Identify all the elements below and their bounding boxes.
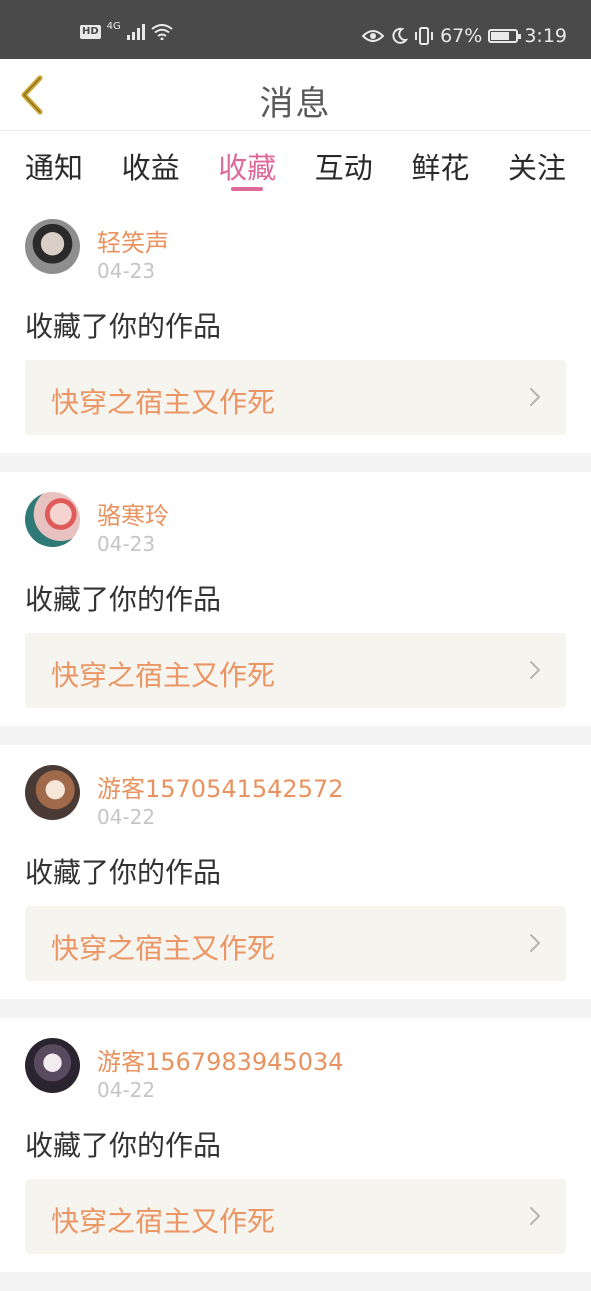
work-link[interactable]: 快穿之宿主又作死: [25, 906, 566, 981]
work-link[interactable]: 快穿之宿主又作死: [25, 633, 566, 708]
message-date: 04-23: [97, 532, 156, 556]
clock: 3:19: [524, 25, 567, 47]
card-separator: [0, 999, 591, 1018]
chevron-right-icon: [530, 661, 540, 679]
work-title: 快穿之宿主又作死: [51, 932, 276, 965]
work-title: 快穿之宿主又作死: [51, 1205, 276, 1238]
work-title: 快穿之宿主又作死: [51, 386, 276, 419]
tab-flowers[interactable]: 鲜花: [411, 131, 469, 199]
battery-icon: [488, 29, 522, 43]
tab-bar: 通知 收益 收藏 互动 鲜花 关注: [0, 131, 591, 199]
message-date: 04-22: [97, 805, 156, 829]
chevron-right-icon: [530, 1207, 540, 1225]
message-card: 轻笑声 04-23 收藏了你的作品 快穿之宿主又作死: [0, 199, 591, 453]
username[interactable]: 骆寒玲: [97, 496, 169, 531]
tab-interactions[interactable]: 互动: [315, 131, 373, 199]
vibrate-icon: [415, 27, 434, 45]
page-title: 消息: [259, 84, 332, 124]
work-link[interactable]: 快穿之宿主又作死: [25, 360, 566, 435]
action-text: 收藏了你的作品: [25, 856, 222, 889]
work-title: 快穿之宿主又作死: [51, 659, 276, 692]
work-link[interactable]: 快穿之宿主又作死: [25, 1179, 566, 1254]
message-card: 游客1570541542572 04-22 收藏了你的作品 快穿之宿主又作死: [0, 745, 591, 999]
action-text: 收藏了你的作品: [25, 583, 222, 616]
moon-icon: [392, 27, 409, 44]
action-text: 收藏了你的作品: [25, 1129, 222, 1162]
avatar[interactable]: [25, 1038, 80, 1093]
message-feed: 轻笑声 04-23 收藏了你的作品 快穿之宿主又作死 骆寒玲 04-23 收藏了…: [0, 199, 591, 1291]
wifi-icon: [151, 24, 173, 40]
message-date: 04-23: [97, 259, 156, 283]
card-separator: [0, 726, 591, 745]
card-separator: [0, 453, 591, 472]
message-date: 04-22: [97, 1078, 156, 1102]
avatar[interactable]: [25, 492, 80, 547]
hd-badge: HD: [80, 25, 101, 39]
card-separator: [0, 1272, 591, 1291]
message-card: 游客1567983945034 04-22 收藏了你的作品 快穿之宿主又作死: [0, 1018, 591, 1272]
status-right-icons: 67% 3:19: [362, 25, 567, 47]
network-type: 4G: [106, 20, 121, 32]
status-left-icons: HD 4G: [80, 20, 173, 40]
battery-percent: 67%: [440, 25, 483, 47]
chevron-right-icon: [530, 388, 540, 406]
tab-follows[interactable]: 关注: [508, 131, 566, 199]
status-bar: HD 4G 67% 3:19: [0, 0, 591, 59]
avatar[interactable]: [25, 219, 80, 274]
battery-fill: [491, 32, 509, 40]
action-text: 收藏了你的作品: [25, 310, 222, 343]
eye-icon: [362, 30, 385, 42]
header: 消息: [0, 59, 591, 131]
signal-icon: [126, 24, 145, 40]
message-card: 骆寒玲 04-23 收藏了你的作品 快穿之宿主又作死: [0, 472, 591, 726]
chevron-right-icon: [530, 934, 540, 952]
username[interactable]: 轻笑声: [97, 223, 169, 258]
avatar[interactable]: [25, 765, 80, 820]
username[interactable]: 游客1570541542572: [97, 769, 344, 804]
tab-earnings[interactable]: 收益: [122, 131, 180, 199]
tab-notifications[interactable]: 通知: [25, 131, 83, 199]
username[interactable]: 游客1567983945034: [97, 1042, 344, 1077]
tab-favorites[interactable]: 收藏: [218, 131, 276, 199]
